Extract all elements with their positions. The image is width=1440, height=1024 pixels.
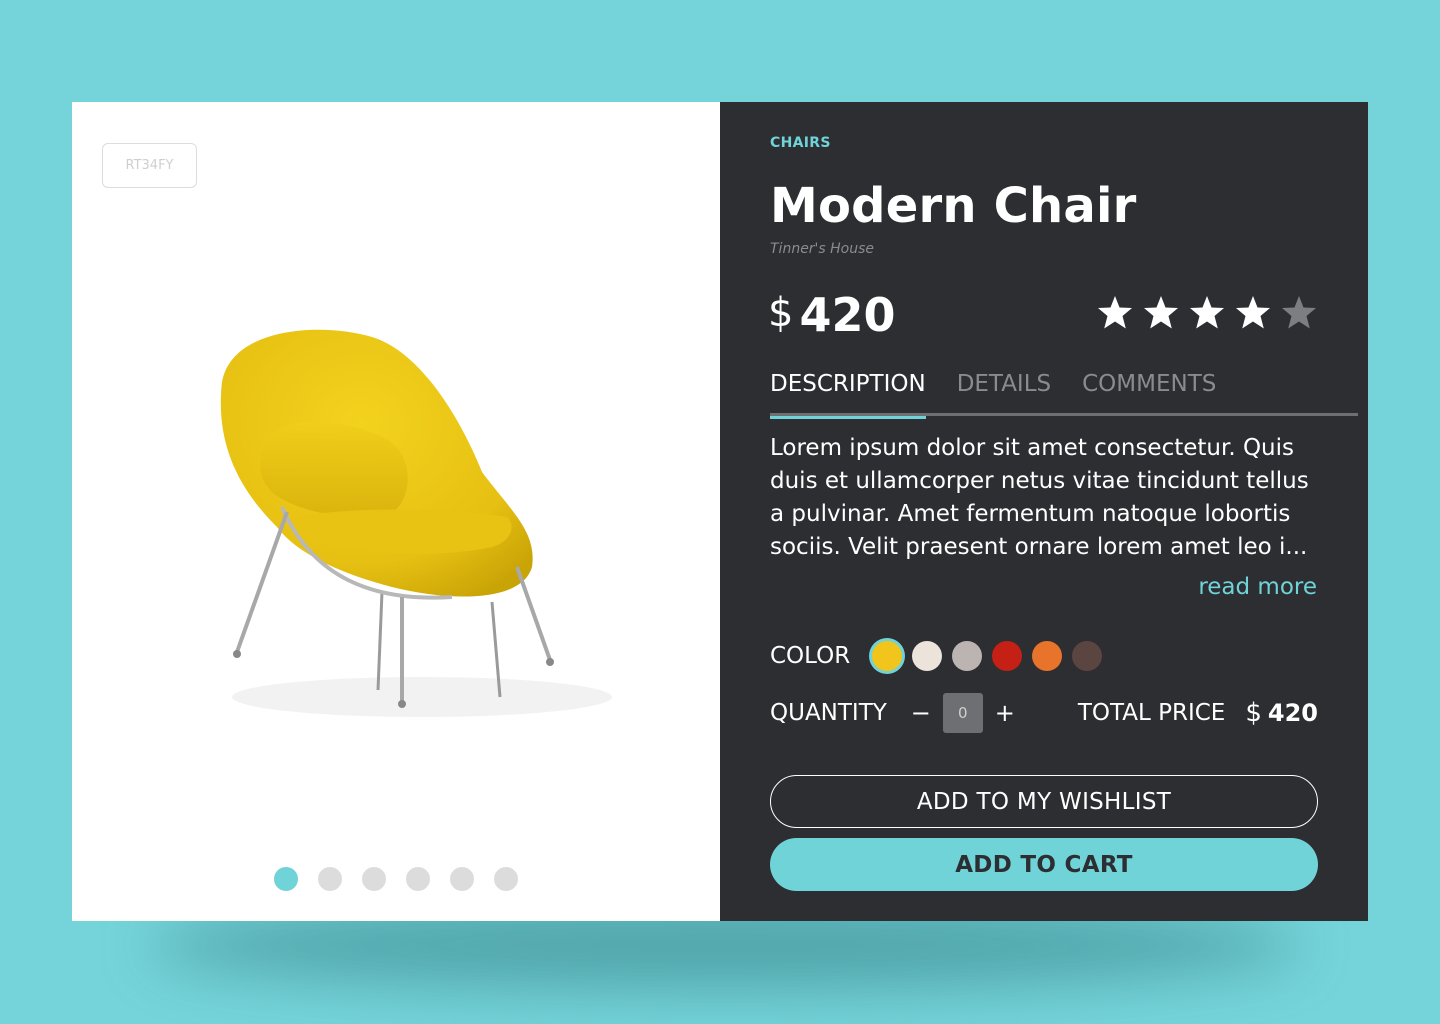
product-price: $ 420 <box>768 288 895 342</box>
tab-details[interactable]: DETAILS <box>957 366 1051 416</box>
color-swatch[interactable] <box>872 641 903 671</box>
details-panel: CHAIRS Modern Chair Tinner's House $ 420… <box>720 102 1368 921</box>
price-currency: $ <box>768 290 794 336</box>
star-filled-icon[interactable] <box>1142 294 1180 332</box>
tab-comments[interactable]: COMMENTS <box>1082 366 1216 416</box>
product-card: RT34FY CHAIRS Modern Chair Tinner's Hous… <box>72 102 1368 921</box>
read-more-link[interactable]: read more <box>1198 574 1317 600</box>
chair-illustration <box>220 329 612 717</box>
gallery-dot[interactable] <box>494 867 518 891</box>
star-empty-icon[interactable] <box>1280 294 1318 332</box>
color-swatch[interactable] <box>992 641 1023 671</box>
brand-name: Tinner's House <box>770 241 875 257</box>
gallery-pagination <box>274 867 518 891</box>
total-amount: 420 <box>1267 699 1318 727</box>
total-currency: $ <box>1245 698 1262 728</box>
add-to-wishlist-button[interactable]: ADD TO MY WISHLIST <box>770 775 1318 828</box>
gallery-dot[interactable] <box>406 867 430 891</box>
rating-stars <box>1096 294 1318 332</box>
quantity-stepper: − 0 + <box>909 693 1017 733</box>
tab-bar: DESCRIPTION DETAILS COMMENTS <box>770 366 1358 419</box>
quantity-value[interactable]: 0 <box>942 693 983 733</box>
color-label: COLOR <box>770 643 851 669</box>
color-selector: COLOR <box>770 637 1103 675</box>
price-amount: 420 <box>799 288 896 342</box>
product-title: Modern Chair <box>770 178 1137 234</box>
total-price-label: TOTAL PRICE <box>1077 700 1226 726</box>
total-price: TOTAL PRICE $ 420 <box>1078 698 1318 728</box>
category-label[interactable]: CHAIRS <box>770 135 831 151</box>
quantity-row: QUANTITY − 0 + TOTAL PRICE $ 420 <box>770 693 1318 733</box>
add-to-cart-button[interactable]: ADD TO CART <box>770 838 1318 891</box>
decrement-button[interactable]: − <box>909 698 933 728</box>
increment-button[interactable]: + <box>993 698 1017 728</box>
color-swatches <box>872 641 1103 671</box>
color-swatch[interactable] <box>1032 641 1063 671</box>
gallery-dot[interactable] <box>274 867 298 891</box>
star-filled-icon[interactable] <box>1234 294 1272 332</box>
sku-badge: RT34FY <box>102 143 197 188</box>
gallery-dot[interactable] <box>318 867 342 891</box>
star-filled-icon[interactable] <box>1096 294 1134 332</box>
star-filled-icon[interactable] <box>1188 294 1226 332</box>
color-swatch[interactable] <box>952 641 983 671</box>
color-swatch[interactable] <box>1072 641 1103 671</box>
quantity-label: QUANTITY <box>770 700 887 726</box>
gallery-panel: RT34FY <box>72 102 720 921</box>
chair-image <box>192 302 612 722</box>
description-text: Lorem ipsum dolor sit amet consectetur. … <box>770 435 1309 560</box>
gallery-dot[interactable] <box>362 867 386 891</box>
tab-description[interactable]: DESCRIPTION <box>770 366 926 419</box>
gallery-dot[interactable] <box>450 867 474 891</box>
color-swatch[interactable] <box>912 641 943 671</box>
